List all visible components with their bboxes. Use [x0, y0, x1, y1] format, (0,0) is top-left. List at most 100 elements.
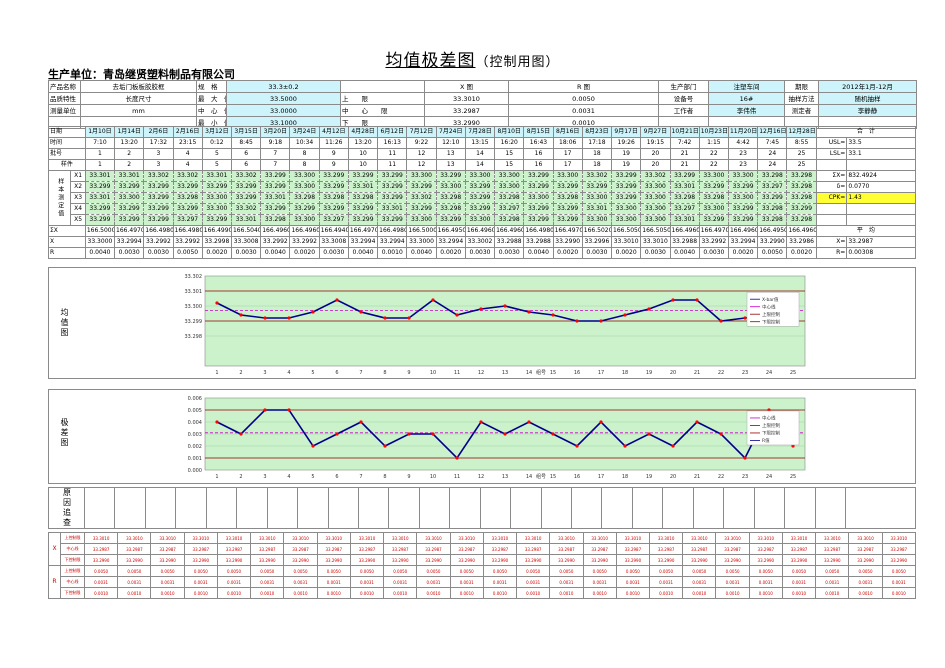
date-row-cell[interactable]: 2月6日 — [143, 126, 174, 138]
date-row-cell[interactable]: 8月23日 — [581, 126, 613, 138]
date-row-cell[interactable]: 12月28日 — [786, 126, 817, 138]
sample-value[interactable]: 33.300 — [727, 170, 759, 182]
sample-value[interactable]: 33.299 — [611, 181, 642, 193]
sample-value[interactable]: 33.300 — [640, 192, 671, 204]
sample-value[interactable]: 33.299 — [260, 181, 291, 193]
sample-value[interactable]: 33.299 — [523, 214, 554, 226]
date-row-cell[interactable]: 3月20日 — [260, 126, 291, 138]
sample-value[interactable]: 33.297 — [172, 214, 203, 226]
sample-value[interactable]: 33.298 — [786, 170, 817, 182]
sample-value[interactable]: 33.299 — [611, 170, 642, 182]
sample-value[interactable]: 33.300 — [640, 181, 671, 193]
sample-value[interactable]: 33.299 — [406, 203, 437, 215]
sample-value[interactable]: 33.299 — [143, 192, 174, 204]
sample-value[interactable]: 33.299 — [230, 181, 262, 193]
reason-cell[interactable] — [631, 487, 664, 529]
reason-cell[interactable] — [753, 487, 786, 529]
sample-value[interactable]: 33.301 — [377, 203, 408, 215]
sample-value[interactable]: 33.299 — [143, 214, 174, 226]
sample-value[interactable]: 33.300 — [201, 192, 232, 204]
sample-value[interactable]: 33.300 — [581, 192, 613, 204]
sample-value[interactable]: 33.299 — [172, 181, 203, 193]
operator-value[interactable]: 李伟伟 — [708, 104, 785, 117]
sample-value[interactable]: 33.298 — [757, 214, 788, 226]
sample-value[interactable]: 33.299 — [143, 203, 174, 215]
sample-value[interactable]: 33.299 — [377, 214, 408, 226]
sample-value[interactable]: 33.298 — [435, 203, 466, 215]
sample-value[interactable]: 33.300 — [581, 214, 613, 226]
sample-value[interactable]: 33.301 — [84, 192, 116, 204]
date-row-cell[interactable]: 6月12日 — [377, 126, 408, 138]
sample-value[interactable]: 33.299 — [435, 214, 466, 226]
date-row-cell[interactable]: 8月16日 — [552, 126, 583, 138]
sample-value[interactable]: 33.300 — [201, 203, 232, 215]
sample-value[interactable]: 33.300 — [640, 203, 671, 215]
sample-value[interactable]: 33.301 — [230, 214, 262, 226]
sample-value[interactable]: 33.300 — [611, 203, 642, 215]
sample-value[interactable]: 33.298 — [347, 192, 379, 204]
sample-value[interactable]: 33.302 — [406, 192, 437, 204]
sample-value[interactable]: 33.299 — [318, 203, 349, 215]
sample-value[interactable]: 33.298 — [786, 214, 817, 226]
period-value[interactable]: 2012年1月-12月 — [818, 80, 917, 93]
sample-value[interactable]: 33.300 — [464, 170, 496, 182]
sample-value[interactable]: 33.300 — [552, 170, 583, 182]
sample-value[interactable]: 33.299 — [435, 170, 466, 182]
max-value[interactable]: 33.5000 — [226, 92, 341, 105]
spec-value[interactable]: 33.3±0.2 — [226, 80, 341, 93]
sample-value[interactable]: 33.299 — [377, 181, 408, 193]
reason-cell[interactable] — [388, 487, 420, 529]
sample-value[interactable]: 33.300 — [698, 170, 729, 182]
sample-value[interactable]: 33.300 — [289, 181, 320, 193]
machine-value[interactable]: 16# — [708, 92, 785, 105]
sample-value[interactable]: 33.299 — [143, 181, 174, 193]
date-row-cell[interactable]: 2月16日 — [172, 126, 203, 138]
sample-value[interactable]: 33.301 — [581, 203, 613, 215]
sample-value[interactable]: 33.299 — [757, 192, 788, 204]
reason-cell[interactable] — [540, 487, 573, 529]
sample-value[interactable]: 33.299 — [201, 181, 232, 193]
sample-value[interactable]: 33.300 — [611, 214, 642, 226]
reason-cell[interactable] — [144, 487, 177, 529]
reason-cell[interactable] — [479, 487, 512, 529]
sample-value[interactable]: 33.300 — [289, 170, 320, 182]
sample-value[interactable]: 33.298 — [260, 214, 291, 226]
reason-cell[interactable] — [570, 487, 603, 529]
date-row-cell[interactable]: 8月15日 — [523, 126, 554, 138]
date-row-cell[interactable]: 9月17日 — [611, 126, 642, 138]
date-row-cell[interactable]: 10月21日 — [669, 126, 700, 138]
date-row-cell[interactable]: 3月12日 — [201, 126, 232, 138]
sampling-value[interactable]: 随机抽样 — [818, 92, 917, 105]
reason-cell[interactable] — [418, 487, 451, 529]
sample-value[interactable]: 33.300 — [494, 170, 525, 182]
sample-value[interactable]: 33.302 — [581, 170, 613, 182]
sample-value[interactable]: 33.298 — [669, 192, 700, 204]
reason-cell[interactable] — [205, 487, 238, 529]
sample-value[interactable]: 33.299 — [289, 203, 320, 215]
reason-cell[interactable] — [510, 487, 542, 529]
sample-value[interactable]: 33.299 — [172, 203, 203, 215]
sample-value[interactable]: 33.298 — [757, 170, 788, 182]
sample-value[interactable]: 33.300 — [464, 214, 496, 226]
sample-value[interactable]: 33.299 — [377, 170, 408, 182]
sample-value[interactable]: 33.299 — [347, 203, 379, 215]
sample-value[interactable]: 33.297 — [757, 181, 788, 193]
sample-value[interactable]: 33.301 — [669, 214, 700, 226]
sample-value[interactable]: 33.298 — [698, 192, 729, 204]
sample-value[interactable]: 33.299 — [84, 214, 116, 226]
sample-value[interactable]: 33.301 — [669, 181, 700, 193]
sample-value[interactable]: 33.300 — [406, 170, 437, 182]
sample-value[interactable]: 33.298 — [757, 203, 788, 215]
sample-value[interactable]: 33.299 — [114, 214, 145, 226]
sample-value[interactable]: 33.302 — [143, 170, 174, 182]
sample-value[interactable]: 33.299 — [260, 203, 291, 215]
sample-value[interactable]: 33.299 — [727, 214, 759, 226]
sample-value[interactable]: 33.301 — [84, 170, 116, 182]
date-row-cell[interactable]: 10月23日 — [698, 126, 729, 138]
sample-value[interactable]: 33.299 — [318, 170, 349, 182]
sample-value[interactable]: 33.299 — [464, 203, 496, 215]
sample-value[interactable]: 33.299 — [669, 170, 700, 182]
sample-value[interactable]: 33.298 — [786, 192, 817, 204]
sample-value[interactable]: 33.300 — [523, 192, 554, 204]
sample-value[interactable]: 33.299 — [611, 192, 642, 204]
